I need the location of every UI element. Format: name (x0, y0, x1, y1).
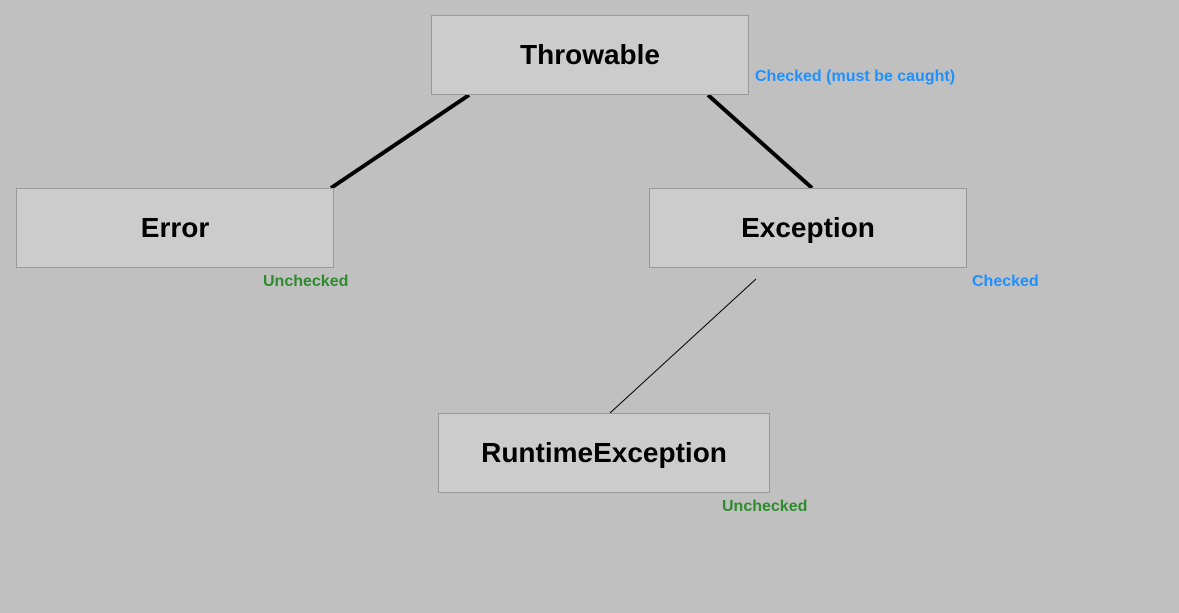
node-error-label: Error (141, 212, 209, 244)
node-exception: Exception (649, 188, 967, 268)
node-runtime-exception-label: RuntimeException (481, 437, 727, 469)
annotation-throwable: Checked (must be caught) (755, 68, 955, 86)
node-exception-label: Exception (741, 212, 875, 244)
node-throwable: Throwable (431, 15, 749, 95)
annotation-exception: Checked (972, 273, 1039, 291)
annotation-error: Unchecked (263, 273, 348, 291)
node-runtime-exception: RuntimeException (438, 413, 770, 493)
annotation-runtime-exception: Unchecked (722, 498, 807, 516)
node-error: Error (16, 188, 334, 268)
node-throwable-label: Throwable (520, 39, 660, 71)
